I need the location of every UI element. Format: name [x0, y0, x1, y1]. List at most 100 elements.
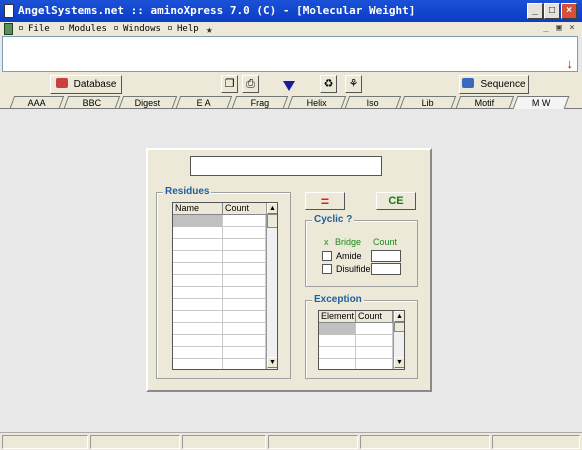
table-cell[interactable]	[223, 335, 266, 347]
table-cell[interactable]	[319, 347, 356, 359]
table-row[interactable]	[173, 323, 266, 335]
table-cell[interactable]	[356, 347, 393, 359]
ce-button[interactable]: CE	[376, 192, 416, 210]
document-icon[interactable]	[4, 23, 13, 35]
table-cell[interactable]	[223, 347, 266, 359]
calculate-button[interactable]: =	[305, 192, 345, 210]
table-cell[interactable]	[223, 311, 266, 323]
residues-grid[interactable]: Name Count ▲ ▼	[172, 202, 278, 370]
menu-file[interactable]: File	[19, 24, 50, 34]
table-cell[interactable]	[173, 239, 223, 251]
amide-checkbox[interactable]	[322, 251, 332, 261]
table-row[interactable]	[173, 263, 266, 275]
table-cell[interactable]	[223, 227, 266, 239]
menu-windows[interactable]: Windows	[114, 24, 161, 34]
triangle-down-icon[interactable]	[283, 81, 295, 91]
table-cell[interactable]	[223, 263, 266, 275]
table-cell[interactable]	[173, 287, 223, 299]
table-row[interactable]	[173, 311, 266, 323]
table-row[interactable]	[173, 347, 266, 359]
table-cell[interactable]	[319, 323, 356, 335]
scroll-thumb[interactable]	[394, 322, 404, 332]
table-row[interactable]	[319, 323, 393, 335]
tab-helix[interactable]: Helix	[287, 96, 347, 108]
exception-grid[interactable]: Element Count ▲ ▼	[318, 310, 405, 370]
tab-iso[interactable]: Iso	[344, 96, 402, 108]
table-row[interactable]	[173, 287, 266, 299]
tab-aaa[interactable]: AAA	[9, 96, 65, 108]
maximize-button[interactable]: □	[544, 3, 560, 19]
table-row[interactable]	[173, 299, 266, 311]
table-cell[interactable]	[356, 359, 393, 369]
residues-scrollbar[interactable]: ▲ ▼	[266, 203, 277, 369]
tab-motif[interactable]: Motif	[455, 96, 515, 108]
amide-count-field[interactable]	[371, 250, 401, 262]
tab-bbc[interactable]: BBC	[63, 96, 121, 108]
copy-icon[interactable]: ❐	[221, 75, 238, 93]
table-cell[interactable]	[223, 299, 266, 311]
mdi-minimize-icon[interactable]: _	[540, 23, 552, 35]
close-button[interactable]: ×	[561, 3, 577, 19]
tab-lib[interactable]: Lib	[399, 96, 457, 108]
table-cell[interactable]	[173, 359, 223, 369]
arrow-down-icon[interactable]: ↓	[567, 57, 574, 70]
menu-help[interactable]: Help	[168, 24, 199, 34]
print-icon[interactable]: ⎙	[242, 75, 259, 93]
table-row[interactable]	[173, 251, 266, 263]
menu-modules[interactable]: Modules	[60, 24, 107, 34]
table-cell[interactable]	[173, 335, 223, 347]
table-row[interactable]	[173, 335, 266, 347]
table-row[interactable]	[173, 215, 266, 227]
database-button[interactable]: Database	[50, 75, 122, 94]
structure-icon[interactable]: ♻	[320, 75, 337, 93]
table-cell[interactable]	[319, 335, 356, 347]
table-cell[interactable]	[223, 323, 266, 335]
table-cell[interactable]	[356, 335, 393, 347]
table-row[interactable]	[173, 359, 266, 369]
table-cell[interactable]	[173, 347, 223, 359]
table-cell[interactable]	[223, 359, 266, 369]
tree-icon[interactable]: ★	[206, 23, 213, 36]
result-field[interactable]	[190, 156, 382, 176]
table-cell[interactable]	[223, 239, 266, 251]
scroll-up-icon[interactable]: ▲	[267, 203, 277, 214]
residues-header-name[interactable]: Name	[173, 203, 223, 215]
sequence-button[interactable]: Sequence	[459, 75, 529, 94]
table-row[interactable]	[319, 347, 393, 359]
tab-digest[interactable]: Digest	[118, 96, 178, 108]
table-cell[interactable]	[356, 323, 393, 335]
app-icon[interactable]	[4, 4, 14, 18]
mdi-restore-icon[interactable]: ▣	[553, 23, 565, 35]
mdi-close-icon[interactable]: ×	[566, 23, 578, 35]
table-cell[interactable]	[223, 275, 266, 287]
exception-header-count[interactable]: Count	[356, 311, 393, 323]
table-cell[interactable]	[173, 311, 223, 323]
tab-mw[interactable]: M W	[512, 96, 570, 109]
table-row[interactable]	[173, 227, 266, 239]
scroll-up-icon[interactable]: ▲	[394, 311, 404, 322]
disulfide-checkbox[interactable]	[322, 264, 332, 274]
tab-frag[interactable]: Frag	[231, 96, 289, 108]
table-cell[interactable]	[173, 275, 223, 287]
exception-header-element[interactable]: Element	[319, 311, 356, 323]
scroll-down-icon[interactable]: ▼	[267, 357, 277, 368]
table-row[interactable]	[319, 359, 393, 369]
table-cell[interactable]	[173, 215, 223, 227]
table-cell[interactable]	[319, 359, 356, 369]
minimize-button[interactable]: _	[527, 3, 543, 19]
table-row[interactable]	[173, 239, 266, 251]
disulfide-count-field[interactable]	[371, 263, 401, 275]
table-cell[interactable]	[173, 251, 223, 263]
sequence-input-area[interactable]: ↓	[2, 36, 578, 72]
table-cell[interactable]	[223, 251, 266, 263]
table-cell[interactable]	[173, 299, 223, 311]
table-row[interactable]	[173, 275, 266, 287]
scroll-down-icon[interactable]: ▼	[394, 357, 404, 368]
tab-ea[interactable]: E A	[175, 96, 233, 108]
table-cell[interactable]	[223, 287, 266, 299]
table-row[interactable]	[319, 335, 393, 347]
exception-scrollbar[interactable]: ▲ ▼	[393, 311, 404, 369]
table-cell[interactable]	[173, 227, 223, 239]
fork-icon[interactable]: ⚘	[345, 75, 362, 93]
residues-header-count[interactable]: Count	[223, 203, 267, 215]
